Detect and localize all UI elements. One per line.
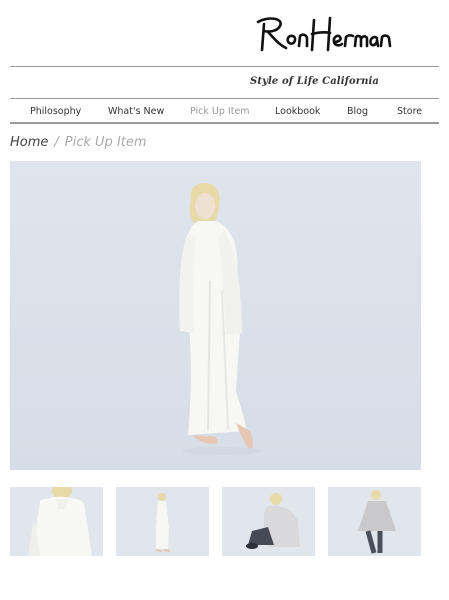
nav-item-lookbook[interactable]: Lookbook <box>275 106 320 117</box>
brand-logo[interactable] <box>250 12 400 57</box>
breadcrumb-home-link[interactable]: Home <box>10 135 48 150</box>
nav-item-philosophy[interactable]: Philosophy <box>30 106 81 117</box>
nav-item-store[interactable]: Store <box>397 106 422 117</box>
thumbnail-4[interactable] <box>328 487 421 556</box>
breadcrumb-separator: / <box>54 135 59 150</box>
brand-tagline: Style of Life California <box>250 76 379 87</box>
nav-item-blog[interactable]: Blog <box>347 106 368 117</box>
main-nav: Philosophy What's New Pick Up Item Lookb… <box>10 98 439 124</box>
thumbnail-1[interactable] <box>10 487 103 556</box>
main-product-photo <box>10 161 421 470</box>
breadcrumb-current: Pick Up Item <box>64 135 147 150</box>
nav-item-whats-new[interactable]: What's New <box>108 106 164 117</box>
nav-item-pick-up-item[interactable]: Pick Up Item <box>190 106 250 117</box>
header-divider <box>10 66 439 67</box>
thumbnail-3[interactable] <box>222 487 315 556</box>
breadcrumb: Home / Pick Up Item <box>10 135 147 150</box>
thumbnail-2[interactable] <box>116 487 209 556</box>
